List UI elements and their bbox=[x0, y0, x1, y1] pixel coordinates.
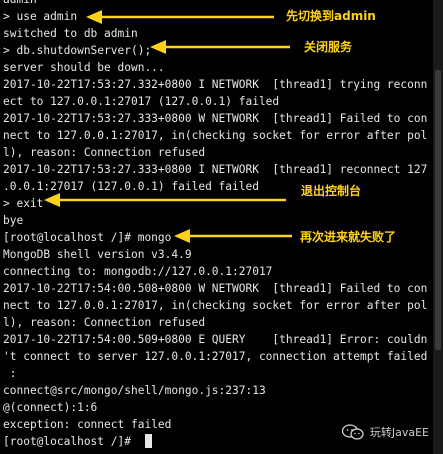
terminal-line: bye bbox=[3, 214, 24, 227]
terminal-line: admin bbox=[3, 0, 37, 8]
annotation-switch-admin: 先切换到admin bbox=[286, 9, 376, 23]
terminal-line: connecting to: mongodb://127.0.0.1:27017 bbox=[3, 265, 273, 278]
terminal-prompt[interactable]: [root@localhost /]# bbox=[3, 433, 138, 450]
terminal-line: ect to 127.0.0.1:27017 (127.0.0.1) faile… bbox=[3, 95, 280, 108]
annotation-shutdown: 关闭服务 bbox=[304, 40, 353, 54]
terminal-cursor bbox=[145, 434, 152, 448]
terminal-line: > exit bbox=[3, 197, 44, 210]
scrollbar-thumb[interactable] bbox=[435, 70, 441, 350]
terminal-line: MongoDB shell version v3.4.9 bbox=[3, 248, 192, 261]
terminal-line: 2017-10-22T17:54:00.509+0800 E QUERY [th… bbox=[3, 333, 428, 346]
terminal-line: nect to 127.0.0.1:27017, in(checking soc… bbox=[3, 129, 428, 142]
annotation-arrow-left-icon bbox=[150, 40, 290, 54]
wechat-icon bbox=[341, 424, 364, 440]
watermark-text: 玩转JavaEE bbox=[369, 426, 429, 439]
annotation-exit-console: 退出控制台 bbox=[301, 184, 362, 198]
terminal-line: > use admin bbox=[3, 10, 78, 23]
terminal-line: 't connect to server 127.0.0.1:27017, co… bbox=[3, 350, 428, 363]
terminal-line: connect@src/mongo/shell/mongo.js:237:13 bbox=[3, 384, 266, 397]
terminal-line: > db.shutdownServer(); bbox=[3, 44, 152, 57]
terminal-line: server should be down... bbox=[3, 61, 165, 74]
annotation-arrow-left-icon bbox=[174, 229, 292, 243]
terminal-line: l), reason: Connection refused bbox=[3, 146, 206, 159]
terminal-line: 2017-10-22T17:53:27.333+0800 I NETWORK [… bbox=[3, 163, 428, 176]
terminal-line: @(connect):1:6 bbox=[3, 401, 98, 414]
terminal-line: nect to 127.0.0.1:27017, in(checking soc… bbox=[3, 299, 428, 312]
annotation-arrow-left-icon bbox=[86, 10, 274, 24]
watermark: 玩转JavaEE bbox=[341, 424, 429, 440]
terminal-line: 2017-10-22T17:54:00.508+0800 W NETWORK [… bbox=[3, 282, 428, 295]
vertical-scrollbar[interactable] bbox=[433, 0, 443, 454]
terminal-line: [root@localhost /]# mongo bbox=[3, 231, 172, 244]
terminal-line: l), reason: Connection refused bbox=[3, 316, 206, 329]
terminal-line: 2017-10-22T17:53:27.332+0800 I NETWORK [… bbox=[3, 78, 428, 91]
terminal-line: 2017-10-22T17:53:27.333+0800 W NETWORK [… bbox=[3, 112, 428, 125]
terminal-line: : bbox=[3, 367, 17, 380]
terminal-line: exception: connect failed bbox=[3, 418, 172, 431]
annotation-arrow-left-icon bbox=[44, 193, 286, 207]
annotation-failed-again: 再次进来就失败了 bbox=[300, 230, 397, 244]
